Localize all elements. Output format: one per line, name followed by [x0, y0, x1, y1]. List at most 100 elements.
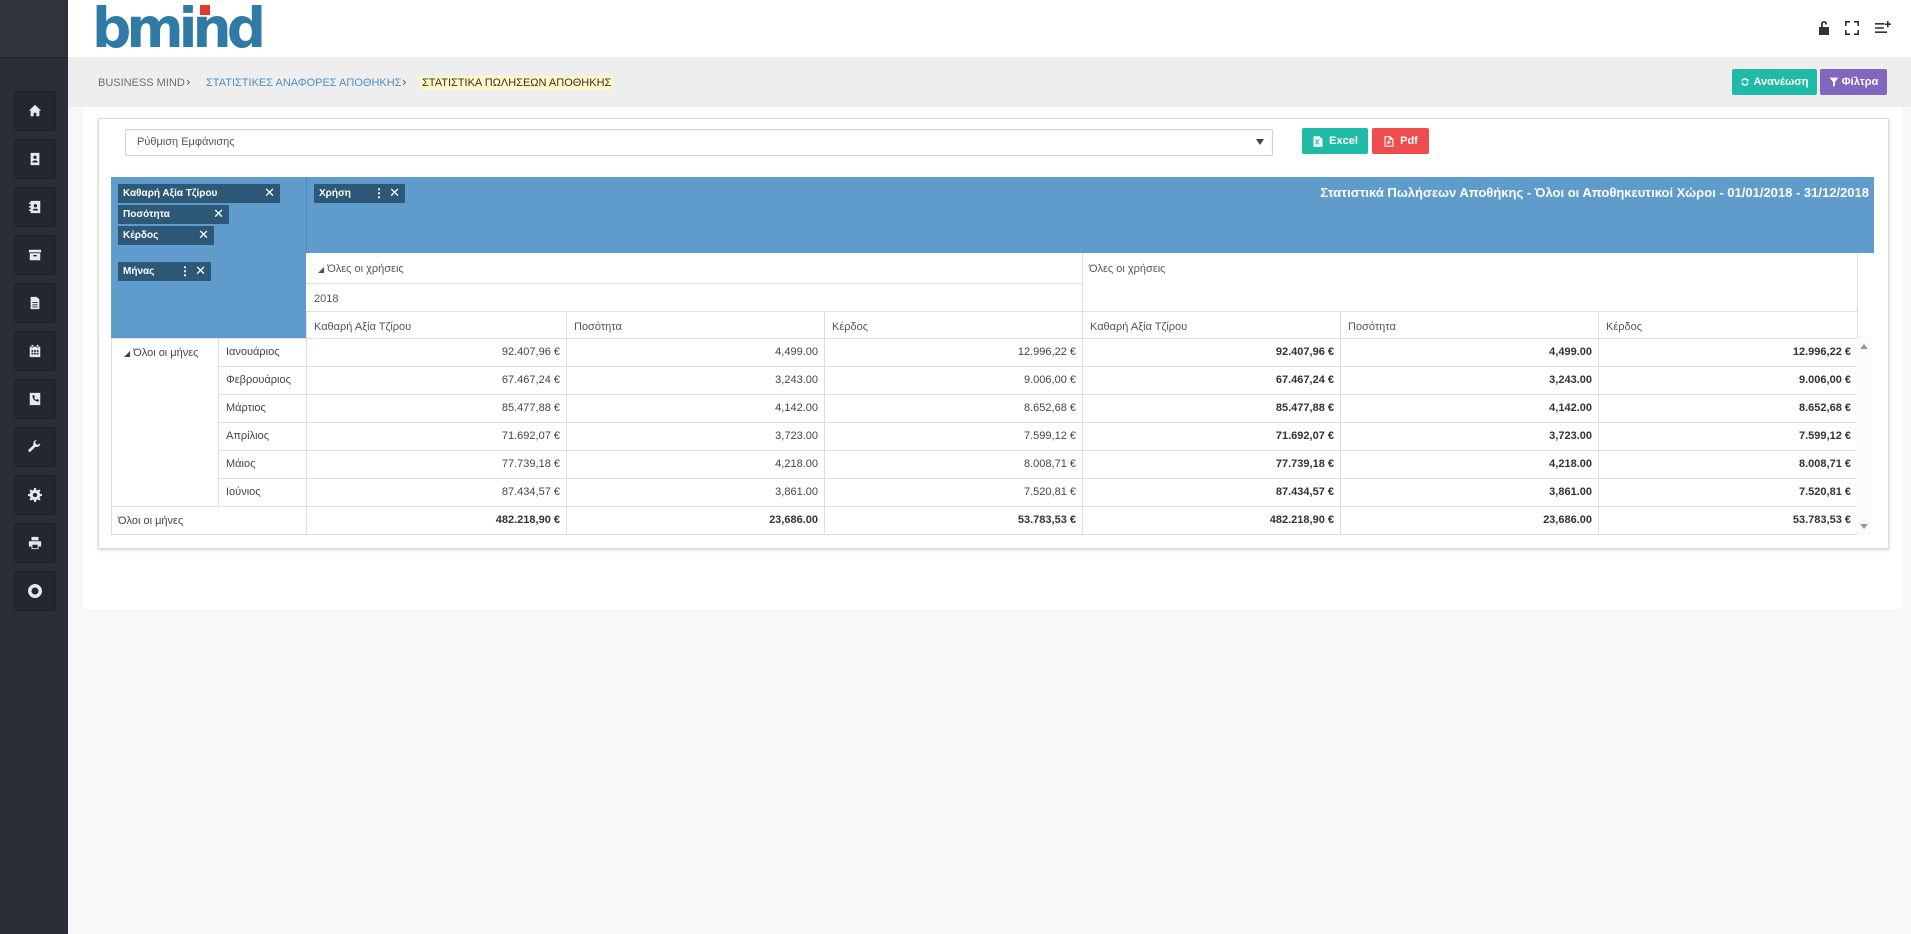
table-scrollbar[interactable]	[1857, 338, 1871, 535]
table-cell: 4,142.00	[1549, 402, 1592, 414]
grid-line	[218, 366, 1857, 367]
measure-header[interactable]: Ποσότητα	[574, 320, 622, 334]
measure-header[interactable]: Κέρδος	[1606, 320, 1642, 334]
menu-add-icon[interactable]	[1874, 19, 1892, 37]
measure-header[interactable]: Καθαρή Αξία Τζίρου	[1090, 320, 1187, 334]
fullscreen-icon[interactable]	[1843, 19, 1861, 37]
sidebar-item-tools[interactable]	[14, 427, 56, 467]
field-chip-quantity[interactable]: Ποσότητα ✕	[118, 205, 229, 224]
archive-icon	[28, 249, 42, 261]
row-group-label: Όλοι οι μήνες	[133, 347, 199, 359]
sidebar-item-document[interactable]	[14, 283, 56, 323]
row-month-label: Απρίλιος	[226, 430, 269, 442]
sidebar-item-contacts[interactable]	[14, 139, 56, 179]
total-cell: 482.218,90 €	[495, 514, 560, 526]
close-icon[interactable]: ✕	[264, 184, 275, 203]
field-chip-label: Χρήση	[319, 188, 351, 199]
total-cell: 23,686.00	[1543, 514, 1592, 526]
sidebar	[0, 0, 68, 934]
table-cell: 77.739,18 €	[501, 458, 560, 470]
close-icon[interactable]: ✕	[198, 226, 209, 245]
export-pdf-button[interactable]: Pdf	[1372, 128, 1429, 154]
printer-icon	[28, 536, 42, 550]
close-icon[interactable]: ✕	[213, 205, 224, 224]
address-book-icon	[28, 200, 41, 214]
breadcrumb-separator: ›	[402, 75, 407, 89]
row-field-chip[interactable]: Μήνας ⋮ ✕	[118, 262, 211, 281]
pdf-icon	[1384, 135, 1394, 147]
chevron-down-icon	[1256, 139, 1264, 145]
total-cell: 23,686.00	[769, 514, 818, 526]
column-field-chip[interactable]: Χρήση ⋮ ✕	[314, 184, 405, 203]
field-chip-label: Μήνας	[123, 266, 155, 277]
table-cell: 8.652,68 €	[1799, 402, 1851, 414]
table-cell: 4,142.00	[775, 402, 818, 414]
filters-button[interactable]: Φίλτρα	[1820, 69, 1887, 95]
sidebar-item-print[interactable]	[14, 523, 56, 563]
measure-header[interactable]: Καθαρή Αξία Τζίρου	[314, 320, 411, 334]
row-month-label: Μάρτιος	[226, 402, 266, 414]
breadcrumb-current: ΣΤΑΤΙΣΤΙΚΑ ΠΩΛΗΣΕΩΝ ΑΠΟΘΗΚΗΣ	[420, 76, 614, 90]
table-cell: 71.692,07 €	[501, 430, 560, 442]
scroll-down-icon[interactable]	[1860, 524, 1868, 529]
close-icon[interactable]: ✕	[195, 262, 206, 281]
collapse-icon[interactable]: ◢	[124, 349, 130, 358]
measure-header[interactable]: Κέρδος	[832, 320, 868, 334]
sidebar-item-support[interactable]	[14, 571, 56, 611]
calendar-icon	[29, 344, 41, 358]
table-cell: 12.996,22 €	[1792, 346, 1851, 358]
sidebar-top	[0, 0, 68, 58]
measure-header[interactable]: Ποσότητα	[1348, 320, 1396, 334]
scroll-up-icon[interactable]	[1860, 344, 1868, 349]
table-cell: 12.996,22 €	[1017, 346, 1076, 358]
sidebar-item-home[interactable]	[14, 91, 56, 131]
sidebar-item-settings[interactable]	[14, 475, 56, 515]
top-header: bmind	[68, 0, 1911, 57]
home-icon	[28, 104, 42, 117]
refresh-button[interactable]: Ανανέωση	[1732, 69, 1817, 95]
sidebar-item-phone[interactable]	[14, 379, 56, 419]
close-icon[interactable]: ✕	[389, 184, 400, 203]
row-month-label: Ιούνιος	[226, 486, 261, 498]
grid-line	[218, 394, 1857, 395]
total-cell: 53.783,53 €	[1017, 514, 1076, 526]
column-group-header[interactable]: ◢ Όλες οι χρήσεις	[318, 262, 404, 277]
row-month-label: Φεβρουάριος	[226, 374, 291, 386]
grid-line	[218, 478, 1857, 479]
grid-line	[111, 338, 1857, 339]
table-cell: 92.407,96 €	[501, 346, 560, 358]
table-cell: 4,499.00	[775, 346, 818, 358]
table-cell: 87.434,57 €	[1275, 486, 1334, 498]
row-group-header[interactable]: ◢ Όλοι οι μήνες	[124, 346, 198, 361]
display-settings-select[interactable]: Ρύθμιση Εμφάνισης	[125, 129, 1273, 156]
table-cell: 3,861.00	[1549, 486, 1592, 498]
unlock-icon[interactable]	[1815, 19, 1833, 37]
app-logo[interactable]: bmind	[92, 1, 266, 56]
table-cell: 3,243.00	[1549, 374, 1592, 386]
report-title: Στατιστικά Πωλήσεων Αποθήκης - Όλοι οι Α…	[1320, 185, 1869, 200]
document-icon	[30, 296, 40, 310]
export-excel-button[interactable]: Excel	[1302, 128, 1368, 154]
divider	[306, 177, 307, 253]
field-chip-label: Κέρδος	[123, 230, 159, 241]
field-chip-profit[interactable]: Κέρδος ✕	[118, 226, 214, 245]
sidebar-item-address-book[interactable]	[14, 187, 56, 227]
breadcrumb-reports[interactable]: ΣΤΑΤΙΣΤΙΚΕΣ ΑΝΑΦΟΡΕΣ ΑΠΟΘΗΚΗΣ	[206, 76, 401, 90]
table-cell: 67.467,24 €	[501, 374, 560, 386]
sidebar-item-archive[interactable]	[14, 235, 56, 275]
table-cell: 7.520,81 €	[1024, 486, 1076, 498]
table-cell: 4,499.00	[1549, 346, 1592, 358]
more-icon[interactable]: ⋮	[373, 184, 385, 203]
table-cell: 9.006,00 €	[1024, 374, 1076, 386]
contacts-icon	[30, 152, 40, 166]
breadcrumb-home[interactable]: BUSINESS MIND	[98, 76, 185, 90]
field-chip-label: Καθαρή Αξία Τζίρου	[123, 188, 218, 199]
table-cell: 85.477,88 €	[501, 402, 560, 414]
table-cell: 67.467,24 €	[1275, 374, 1334, 386]
expand-icon[interactable]: ◢	[318, 265, 324, 274]
field-chip-net-sales[interactable]: Καθαρή Αξία Τζίρου ✕	[118, 184, 280, 203]
more-icon[interactable]: ⋮	[179, 262, 191, 281]
refresh-icon	[1741, 78, 1750, 86]
row-month-label: Μάιος	[226, 458, 256, 470]
sidebar-item-calendar[interactable]	[14, 331, 56, 371]
